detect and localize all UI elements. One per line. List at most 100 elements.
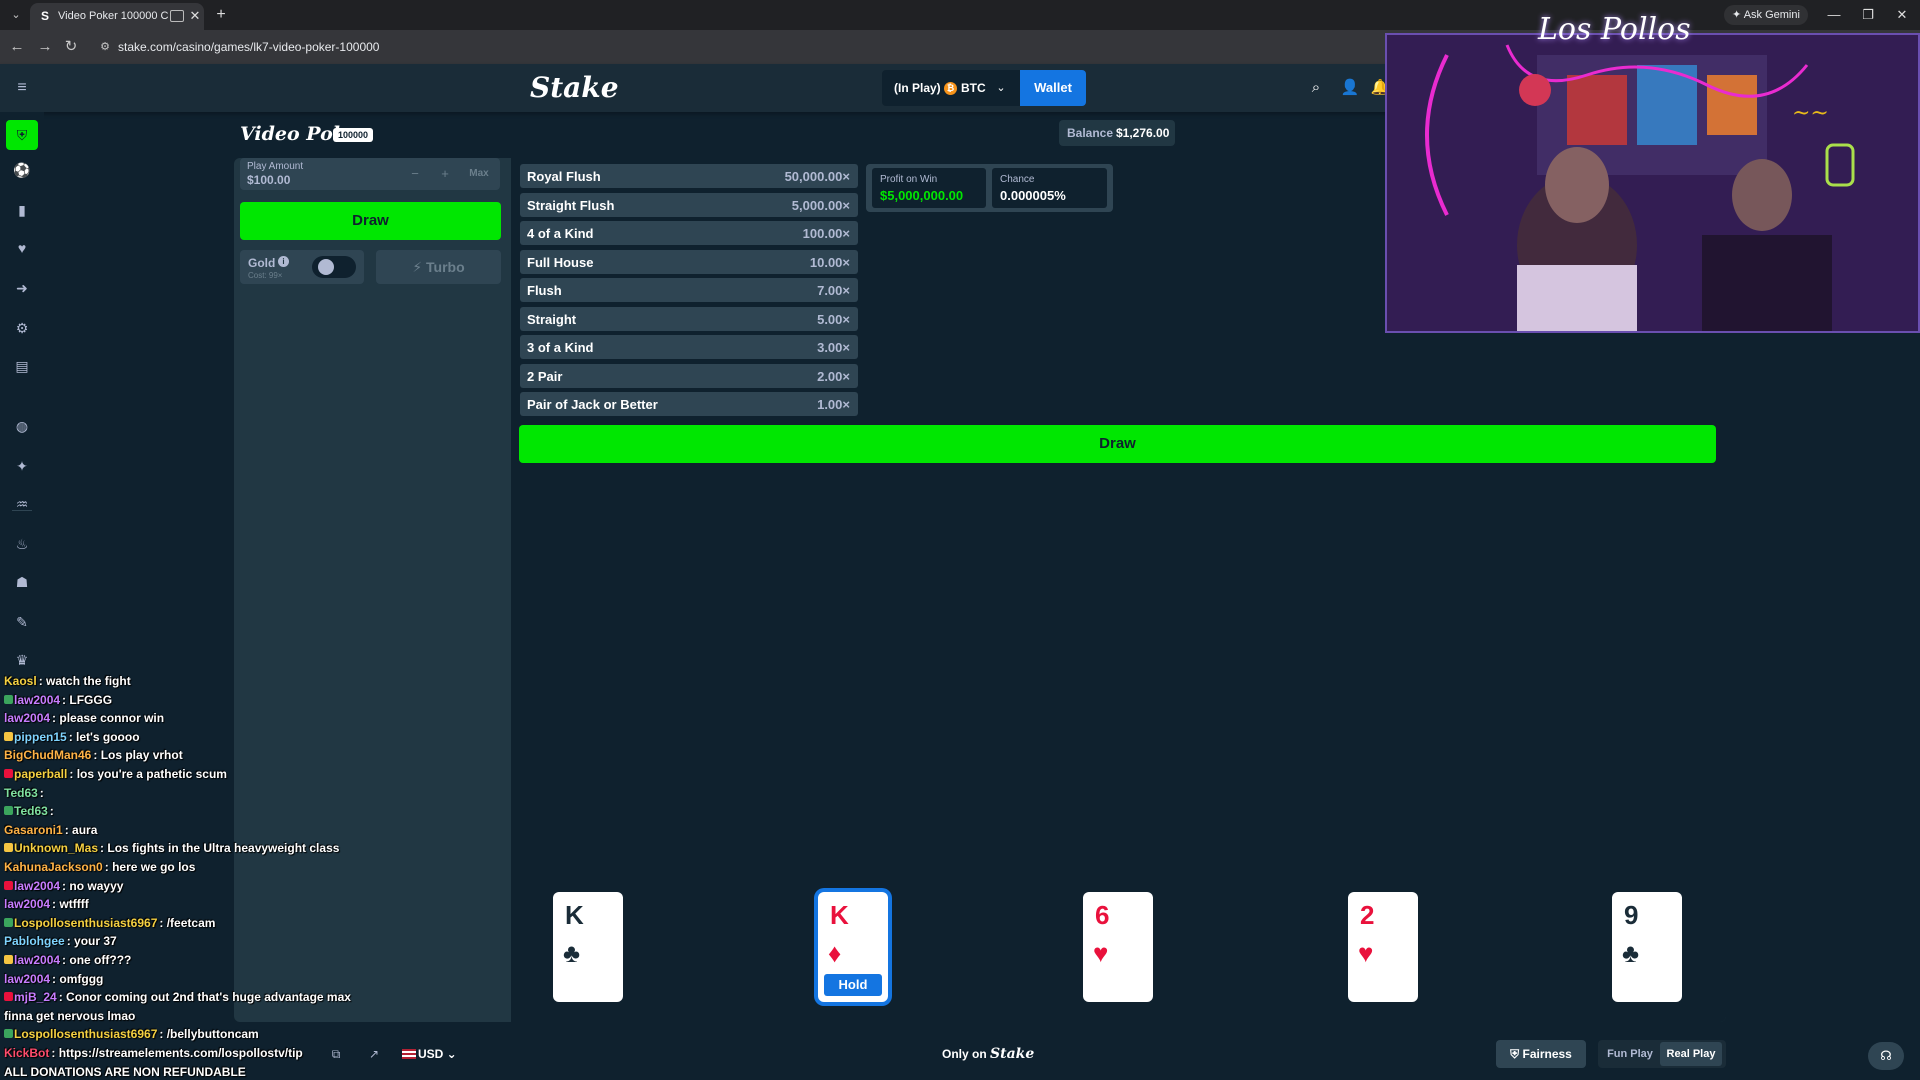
chat-text: here we go los [112,860,196,874]
chat-message: paperball: los you're a pathetic scum [4,765,360,783]
chat-badge-icon [4,843,13,853]
live-casino-icon[interactable]: ☗ [10,570,34,594]
chat-username[interactable]: Lospollosenthusiast6967 [14,916,157,930]
sparkle-icon[interactable]: ✦ [10,454,34,478]
favourites-heart-icon[interactable]: ♥ [10,236,34,260]
currency-label: BTC [961,81,986,95]
amount-max-button[interactable]: Max [466,162,492,186]
chat-username[interactable]: law2004 [14,953,60,967]
window-close-icon[interactable]: ✕ [1890,5,1914,25]
paytable-multiplier: 5,000.00× [791,197,850,213]
browser-tab-active[interactable]: S Video Poker 100000 Casino ✕ [30,3,204,30]
chance-value: 0.000005% [1000,188,1066,203]
hot-flame-icon[interactable]: ♨ [10,532,34,556]
balance-currency-select[interactable]: (In Play) ₿ BTC ⌄ [882,70,1020,106]
chance-stat: Chance 0.000005% [992,168,1107,208]
turbo-button[interactable]: ⚡ Turbo [376,250,501,284]
tab-close-icon[interactable]: ✕ [188,8,202,24]
gold-cost: Cost: 99× [248,271,283,280]
bookmark-icon[interactable]: ▮ [10,198,34,222]
settings-gear-icon[interactable]: ⚙ [10,316,34,340]
chat-username[interactable]: KickBot [4,1046,49,1060]
playing-card[interactable]: 2 ♥ [1348,892,1418,1002]
slots-icon[interactable]: ♒ [10,492,34,516]
chat-username[interactable]: law2004 [4,897,50,911]
real-play-button[interactable]: Real Play [1660,1042,1722,1066]
playing-card[interactable]: 6 ♥ [1083,892,1153,1002]
game-shows-icon[interactable]: ♛ [10,648,34,672]
ask-gemini-button[interactable]: ✦ Ask Gemini [1724,5,1808,25]
playing-card-held[interactable]: K ♦ Hold [818,892,888,1002]
sidebar-draw-button[interactable]: Draw [240,202,501,240]
menu-hamburger-icon[interactable]: ≡ [14,79,30,97]
chat-message: law2004: LFGGG [4,691,360,709]
news-icon[interactable]: ▤ [10,354,34,378]
chat-text: Los play vrhot [100,748,183,763]
chat-message: law2004: one off??? [4,951,360,969]
chat-username[interactable]: Kaosl [4,674,37,688]
tab-title: Video Poker 100000 Casino [58,10,168,22]
page-root: ⌄ S Video Poker 100000 Casino ✕ + ✦ Ask … [0,0,1920,1080]
playing-card[interactable]: K ♣ [553,892,623,1002]
chat-message: KahunaJackson0: here we go los [4,858,360,876]
chat-username[interactable]: Ted63 [4,786,38,800]
chat-text: your 37 [74,934,117,949]
chat-username[interactable]: pippen15 [14,730,67,744]
chat-username[interactable]: mjB_24 [14,990,57,1004]
info-icon[interactable]: i [278,256,289,267]
tools-icon[interactable]: ✎ [10,610,34,634]
chat-text: https://streamelements.com/lospollostv/t… [58,1046,303,1060]
chat-username[interactable]: law2004 [14,693,60,707]
user-icon[interactable]: 👤 [1340,78,1360,98]
chat-username[interactable]: KahunaJackson0 [4,860,103,874]
chat-username[interactable]: Lospollosenthusiast6967 [14,1027,157,1041]
site-info-icon[interactable]: ⚙ [98,40,112,54]
ask-gemini-label: Ask Gemini [1743,9,1800,21]
main-draw-button[interactable]: Draw [519,425,1716,463]
playing-card[interactable]: 9 ♣ [1612,892,1682,1002]
display-currency-select[interactable]: USD ⌄ [402,1046,468,1062]
tab-list-chevron-icon[interactable]: ⌄ [8,7,24,23]
chat-badge-icon [4,769,13,778]
chat-username[interactable]: Pablohgee [4,934,65,948]
balance-label: Balance [1067,126,1114,140]
wallet-button[interactable]: Wallet [1020,70,1086,106]
chat-message: Ted63: [4,802,360,820]
new-tab-plus-icon[interactable]: + [212,6,230,24]
restore-icon[interactable]: ❐ [1856,5,1880,25]
forward-arrow-icon[interactable]: → [36,38,54,56]
fun-play-button[interactable]: Fun Play [1602,1042,1658,1066]
popout-icon[interactable]: ↗ [366,1046,382,1062]
chat-username[interactable]: law2004 [14,879,60,893]
chat-username[interactable]: Unknown_Mas [14,841,98,855]
minimize-icon[interactable]: — [1822,5,1846,25]
amount-plus-button[interactable]: + [432,162,458,186]
chat-separator: : [66,934,75,949]
tab-media-icon [170,10,184,22]
search-icon[interactable]: ⌕ [1306,78,1326,98]
display-currency-label: USD [418,1047,444,1061]
recent-icon[interactable]: ➜ [10,276,34,300]
chat-username[interactable]: law2004 [4,972,50,986]
chat-text: Los fights in the Ultra heavyweight clas… [107,841,340,856]
sports-ball-icon[interactable]: ⚽ [10,158,34,182]
chat-username[interactable]: Gasaroni1 [4,823,63,837]
paytable-hand: Flush [527,283,562,298]
chat-username[interactable]: law2004 [4,711,50,725]
game-title-badge: 100000 [333,128,373,142]
fairness-button[interactable]: ⛨ Fairness [1496,1040,1586,1068]
url-field[interactable]: stake.com/casino/games/lk7-video-poker-1… [118,40,638,56]
reload-icon[interactable]: ↻ [62,38,80,56]
back-arrow-icon[interactable]: ← [8,38,26,56]
chat-username[interactable]: Ted63 [14,804,48,818]
profit-on-win-label: Profit on Win [880,174,938,185]
chat-username[interactable]: BigChudMan46 [4,748,91,762]
stake-logo[interactable]: Stake [530,72,619,104]
live-support-headset-icon[interactable]: ☊ [1868,1042,1904,1070]
originals-icon[interactable]: ◍ [10,414,34,438]
chat-username[interactable]: paperball [14,767,67,781]
profit-on-win-stat: Profit on Win $5,000,000.00 [872,168,986,208]
amount-minus-button[interactable]: − [402,162,428,186]
casino-shield-icon[interactable]: ⛨ [6,120,38,150]
gold-toggle[interactable] [312,256,356,278]
